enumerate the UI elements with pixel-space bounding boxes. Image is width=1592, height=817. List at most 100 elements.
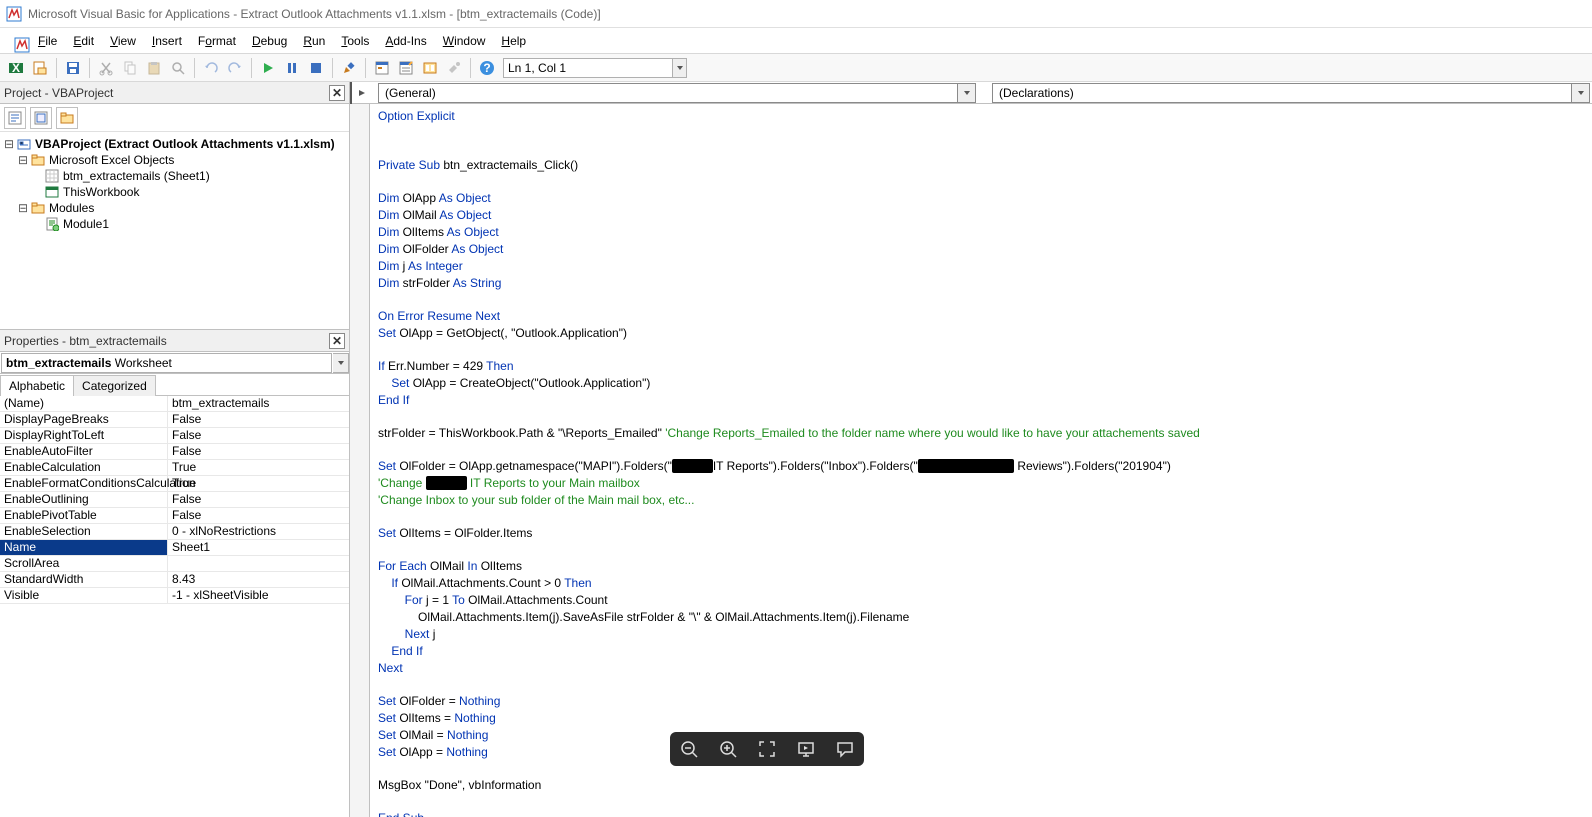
property-value[interactable]: btm_extractemails (168, 396, 349, 411)
vbaproject-icon (16, 136, 32, 152)
project-explorer-icon[interactable] (371, 57, 393, 79)
property-row[interactable]: EnableCalculationTrue (0, 460, 349, 476)
help-icon[interactable]: ? (476, 57, 498, 79)
property-value[interactable]: False (168, 428, 349, 443)
reset-icon[interactable] (305, 57, 327, 79)
project-tree[interactable]: ⊟VBAProject (Extract Outlook Attachments… (0, 132, 349, 329)
property-row[interactable]: DisplayRightToLeftFalse (0, 428, 349, 444)
property-value[interactable]: False (168, 444, 349, 459)
margin-indicator-bar[interactable] (350, 104, 370, 817)
property-row[interactable]: StandardWidth8.43 (0, 572, 349, 588)
cut-icon[interactable] (95, 57, 117, 79)
menu-insert[interactable]: Insert (144, 30, 190, 52)
line-col-box: Ln 1, Col 1 (503, 58, 673, 78)
object-browser-icon[interactable] (419, 57, 441, 79)
vba-menu-icon (6, 33, 22, 49)
design-mode-icon[interactable] (338, 57, 360, 79)
property-name: EnableAutoFilter (0, 444, 168, 459)
break-icon[interactable] (281, 57, 303, 79)
property-value[interactable] (168, 556, 349, 571)
menu-format[interactable]: Format (190, 30, 244, 52)
dropdown-arrow-icon[interactable] (958, 83, 976, 103)
properties-grid[interactable]: (Name)btm_extractemailsDisplayPageBreaks… (0, 396, 349, 817)
procedure-combo-value: (Declarations) (999, 86, 1074, 100)
properties-tabs: Alphabetic Categorized (0, 374, 349, 396)
property-name: DisplayRightToLeft (0, 428, 168, 443)
menu-tools[interactable]: Tools (333, 30, 377, 52)
properties-close-icon[interactable]: ✕ (329, 333, 345, 349)
insert-module-icon[interactable] (29, 57, 51, 79)
property-value[interactable]: True (168, 476, 349, 491)
tab-categorized[interactable]: Categorized (73, 375, 156, 396)
find-icon[interactable] (167, 57, 189, 79)
view-excel-icon[interactable]: X (5, 57, 27, 79)
property-row[interactable]: ScrollArea (0, 556, 349, 572)
menu-window[interactable]: Window (435, 30, 494, 52)
properties-window-icon[interactable] (395, 57, 417, 79)
property-row[interactable]: EnablePivotTableFalse (0, 508, 349, 524)
property-value[interactable]: 8.43 (168, 572, 349, 587)
dropdown-arrow-icon[interactable] (333, 353, 349, 373)
toolbox-icon[interactable] (443, 57, 465, 79)
folder-icon (30, 200, 46, 216)
menu-run[interactable]: Run (295, 30, 333, 52)
folder-icon (30, 152, 46, 168)
property-row[interactable]: DisplayPageBreaksFalse (0, 412, 349, 428)
property-value[interactable]: False (168, 508, 349, 523)
property-value[interactable]: True (168, 460, 349, 475)
paste-icon[interactable] (143, 57, 165, 79)
comment-icon[interactable] (831, 735, 859, 763)
standard-toolbar: X ? Ln 1, Col 1 (0, 54, 1592, 82)
run-icon[interactable] (257, 57, 279, 79)
redo-icon[interactable] (224, 57, 246, 79)
property-row[interactable]: NameSheet1 (0, 540, 349, 556)
property-row[interactable]: EnableOutliningFalse (0, 492, 349, 508)
property-row[interactable]: EnableFormatConditionsCalculationTrue (0, 476, 349, 492)
view-object-icon[interactable] (30, 107, 52, 129)
menu-addins[interactable]: Add-Ins (377, 30, 434, 52)
menu-debug[interactable]: Debug (244, 30, 295, 52)
property-value[interactable]: False (168, 492, 349, 507)
property-name: Name (0, 540, 168, 555)
title-bar: Microsoft Visual Basic for Applications … (0, 0, 1592, 28)
property-row[interactable]: EnableAutoFilterFalse (0, 444, 349, 460)
zoom-out-icon[interactable] (675, 735, 703, 763)
menu-file[interactable]: File (30, 30, 65, 52)
modules-folder[interactable]: Modules (49, 201, 94, 215)
procedure-combo[interactable]: (Declarations) (992, 83, 1590, 102)
present-icon[interactable] (792, 735, 820, 763)
property-value[interactable]: Sheet1 (168, 540, 349, 555)
view-code-icon[interactable] (4, 107, 26, 129)
module1-node[interactable]: Module1 (63, 217, 109, 231)
dropdown-arrow-icon[interactable] (1572, 83, 1590, 103)
project-root[interactable]: VBAProject (Extract Outlook Attachments … (35, 137, 335, 151)
menu-help[interactable]: Help (493, 30, 534, 52)
property-row[interactable]: EnableSelection0 - xlNoRestrictions (0, 524, 349, 540)
line-col-dropdown-icon[interactable] (673, 58, 687, 78)
code-text[interactable]: Option Explicit Private Sub btn_extracte… (370, 104, 1592, 817)
properties-object-selector[interactable]: btm_extractemails Worksheet (0, 352, 349, 374)
svg-text:?: ? (483, 61, 490, 75)
copy-icon[interactable] (119, 57, 141, 79)
project-splitter-icon[interactable] (350, 82, 372, 104)
undo-icon[interactable] (200, 57, 222, 79)
property-value[interactable]: -1 - xlSheetVisible (168, 588, 349, 603)
tab-alphabetic[interactable]: Alphabetic (0, 375, 74, 396)
thisworkbook-node[interactable]: ThisWorkbook (63, 185, 139, 199)
menu-view[interactable]: View (102, 30, 144, 52)
code-editor[interactable]: Option Explicit Private Sub btn_extracte… (350, 104, 1592, 817)
menu-edit[interactable]: Edit (65, 30, 102, 52)
property-row[interactable]: Visible-1 - xlSheetVisible (0, 588, 349, 604)
property-row[interactable]: (Name)btm_extractemails (0, 396, 349, 412)
property-value[interactable]: 0 - xlNoRestrictions (168, 524, 349, 539)
fullscreen-icon[interactable] (753, 735, 781, 763)
property-name: (Name) (0, 396, 168, 411)
property-value[interactable]: False (168, 412, 349, 427)
save-icon[interactable] (62, 57, 84, 79)
excel-objects-folder[interactable]: Microsoft Excel Objects (49, 153, 174, 167)
sheet-node[interactable]: btm_extractemails (Sheet1) (63, 169, 210, 183)
project-close-icon[interactable]: ✕ (329, 85, 345, 101)
object-combo[interactable]: (General) (378, 83, 976, 102)
toggle-folders-icon[interactable] (56, 107, 78, 129)
zoom-in-icon[interactable] (714, 735, 742, 763)
